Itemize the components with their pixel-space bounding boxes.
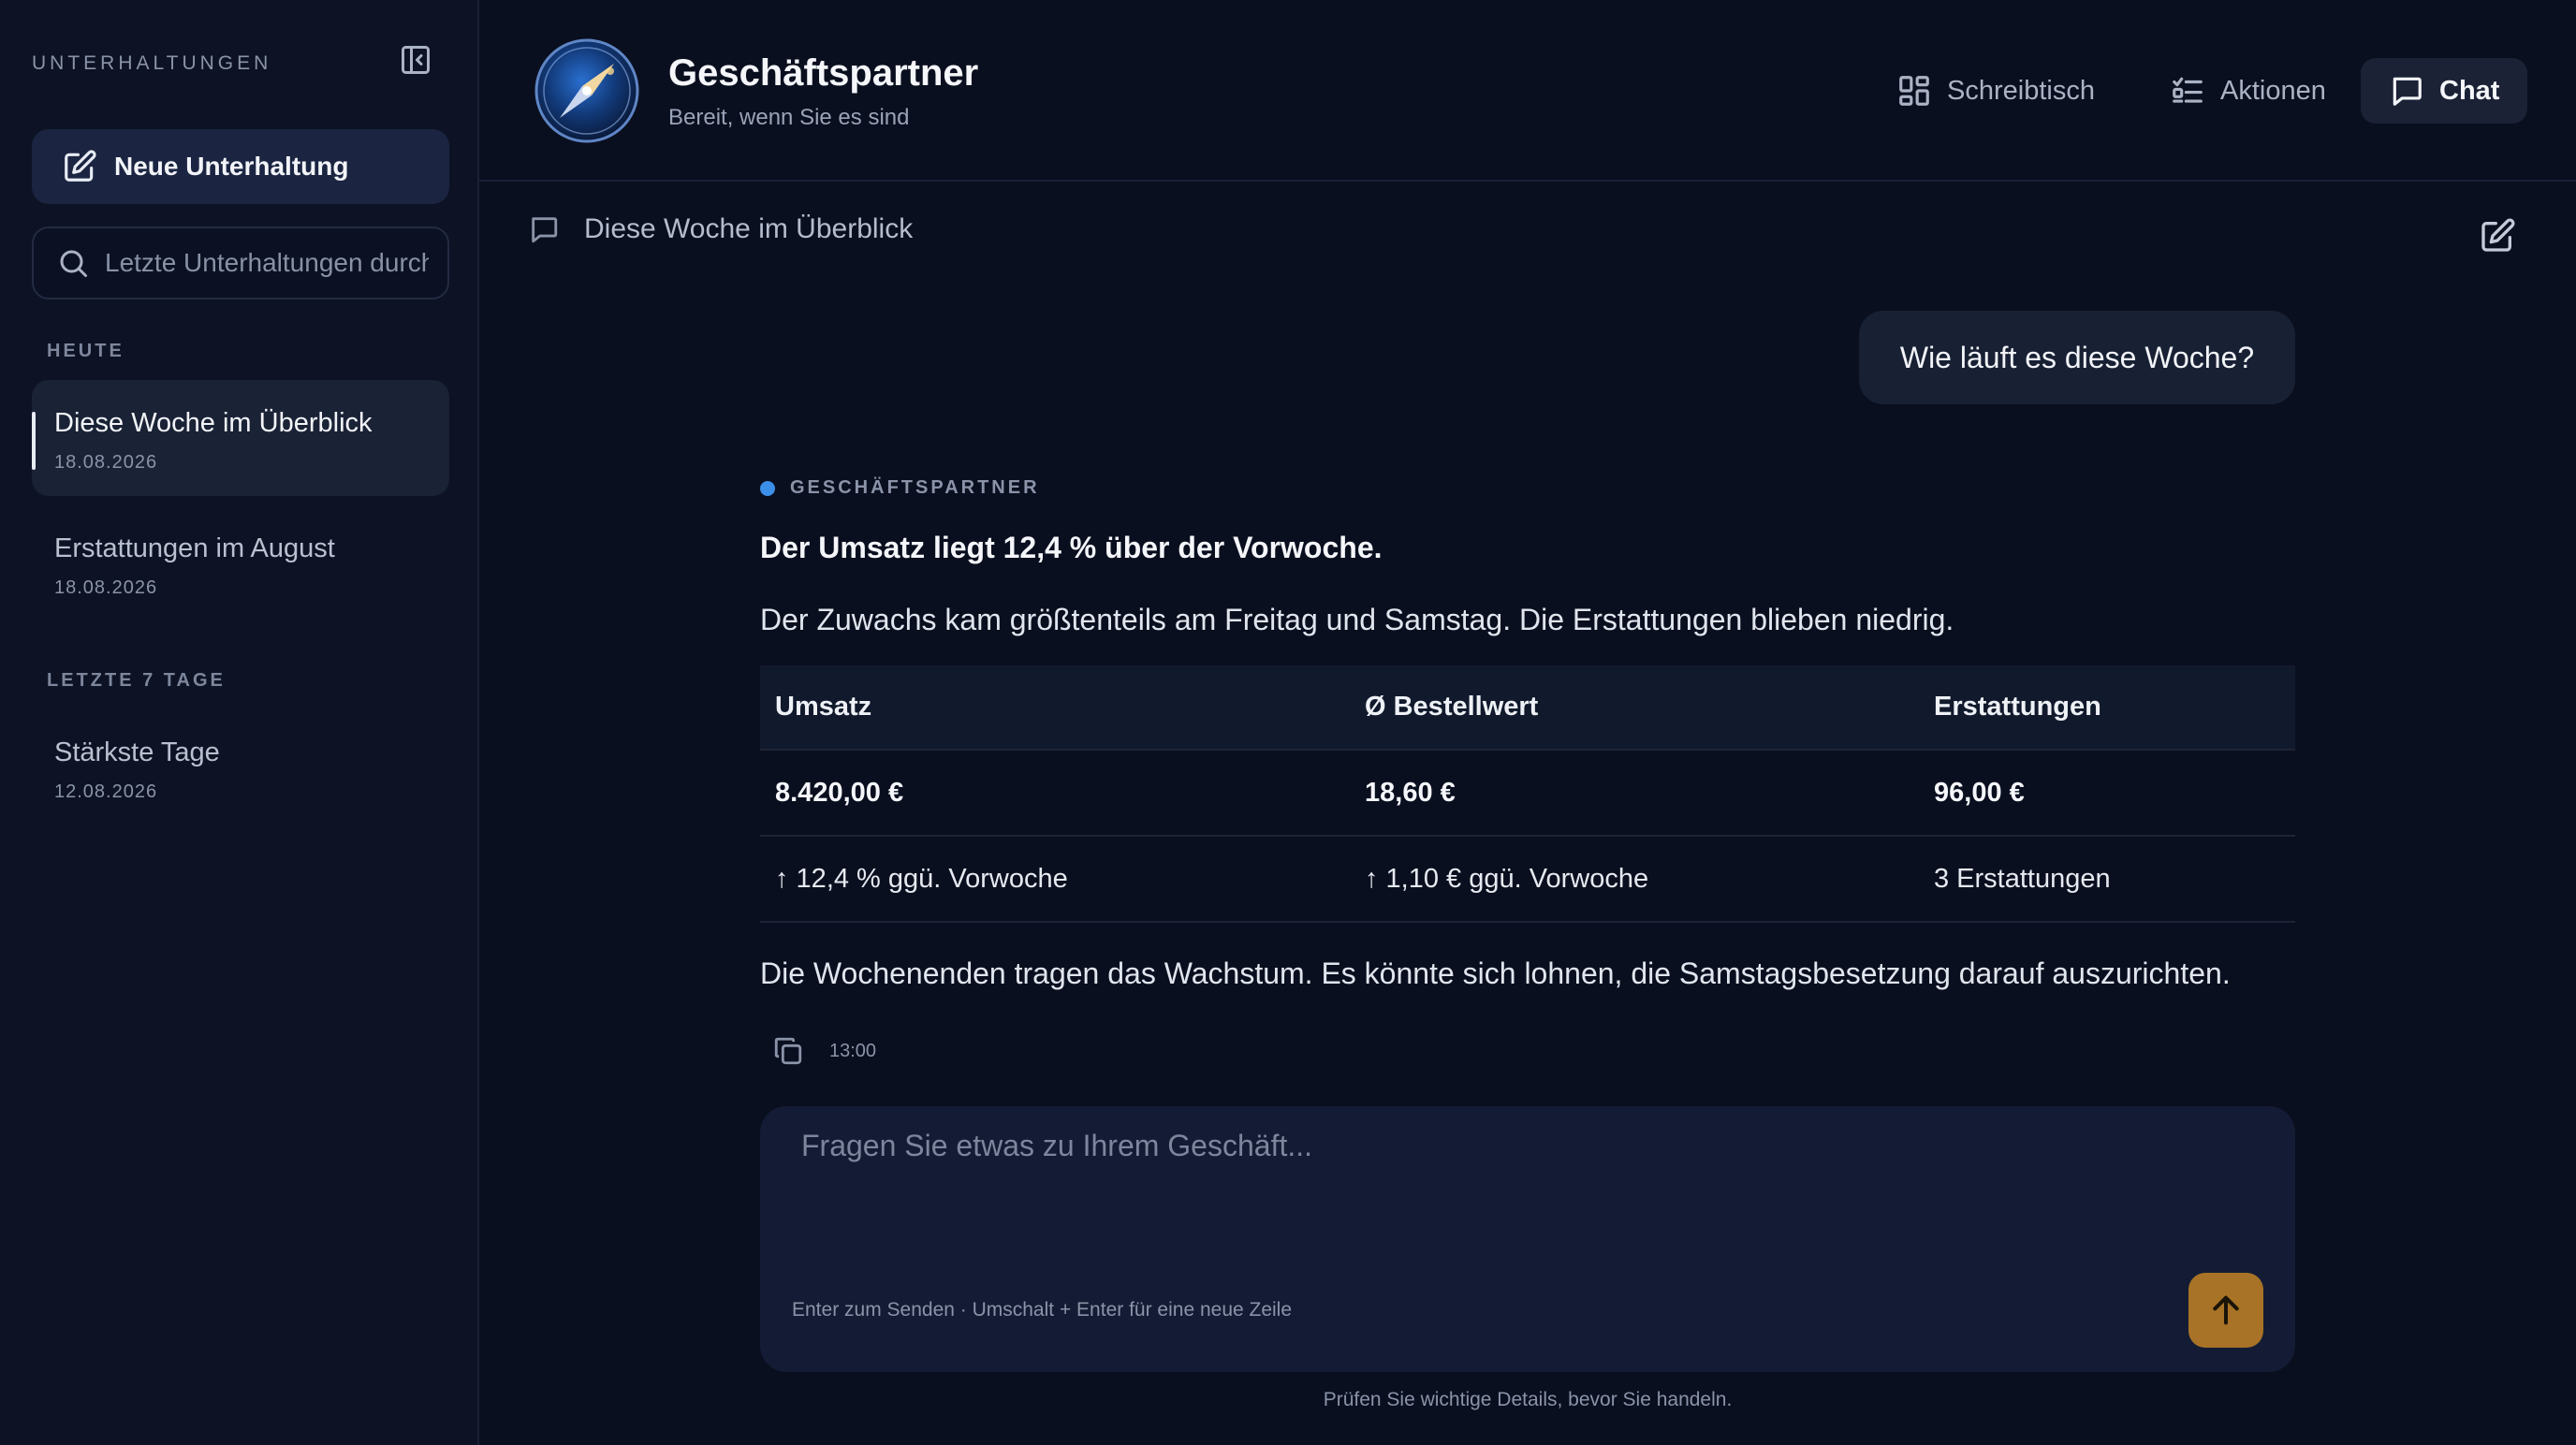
table-row: ↑ 12,4 % ggü. Vorwoche ↑ 1,10 € ggü. Vor… bbox=[760, 836, 2295, 923]
conversation-title: Diese Woche im Überblick bbox=[54, 408, 373, 438]
footer-note: Prüfen Sie wichtige Details, bevor Sie h… bbox=[1323, 1389, 1733, 1410]
tab-schreibtisch[interactable]: Schreibtisch bbox=[1868, 58, 2123, 124]
send-button[interactable] bbox=[2188, 1273, 2263, 1348]
conversation-date: 18.08.2026 bbox=[54, 452, 158, 473]
conversation-title: Diese Woche im Überblick bbox=[584, 213, 914, 244]
table-cell: 3 Erstattungen bbox=[1919, 836, 2295, 923]
tab-label: Schreibtisch bbox=[1947, 75, 2095, 106]
table-cell: ↑ 12,4 % ggü. Vorwoche bbox=[760, 836, 1350, 923]
tab-label: Aktionen bbox=[2220, 75, 2326, 106]
edit-conversation-button[interactable] bbox=[2475, 213, 2520, 258]
column-header: Umsatz bbox=[760, 665, 1350, 751]
grid-icon bbox=[1899, 76, 1929, 106]
arrow-up-icon bbox=[2213, 1295, 2239, 1325]
new-conversation-label: Neue Unterhaltung bbox=[114, 152, 349, 181]
user-message: Wie läuft es diese Woche? bbox=[1859, 311, 2295, 404]
chat-bubble-icon bbox=[532, 217, 558, 243]
assistant-paragraph: Der Zuwachs kam größtenteils am Freitag … bbox=[760, 603, 1954, 636]
section-label-last-7-days: LETZTE 7 TAGE bbox=[47, 670, 226, 691]
conversation-header: Diese Woche im Überblick bbox=[528, 213, 913, 245]
tab-label: Chat bbox=[2439, 75, 2500, 106]
tab-chat[interactable]: Chat bbox=[2361, 58, 2528, 124]
status-dot bbox=[760, 480, 775, 496]
new-conversation-button[interactable]: Neue Unterhaltung bbox=[32, 129, 449, 204]
sidebar-collapse-icon bbox=[402, 46, 430, 74]
main-panel: Geschäftspartner Bereit, wenn Sie es sin… bbox=[479, 0, 2576, 1445]
message-time: 13:00 bbox=[829, 1040, 877, 1061]
chat-bubble-icon bbox=[2393, 77, 2422, 106]
table-cell: ↑ 1,10 € ggü. Vorwoche bbox=[1350, 836, 1919, 923]
conversation-item[interactable]: Stärkste Tage 12.08.2026 bbox=[32, 709, 449, 825]
sidebar: UNTERHALTUNGEN Neue Unterhaltung HEUTE bbox=[0, 0, 479, 1445]
message-input[interactable] bbox=[799, 1127, 2203, 1239]
copy-icon bbox=[774, 1037, 802, 1065]
collapse-sidebar-button[interactable] bbox=[397, 41, 434, 79]
assistant-headline: Der Umsatz liegt 12,4 % über der Vorwoch… bbox=[760, 531, 1383, 564]
search-icon bbox=[60, 250, 87, 277]
assistant-label: GESCHÄFTSPARTNER bbox=[760, 477, 2295, 499]
app-subtitle: Bereit, wenn Sie es sind bbox=[668, 105, 910, 130]
composer-hint: Enter zum Senden · Umschalt + Enter für … bbox=[792, 1299, 1293, 1321]
message-meta: 13:00 bbox=[760, 1032, 2295, 1070]
conversation-title: Stärkste Tage bbox=[54, 737, 220, 767]
app-title: Geschäftspartner bbox=[668, 52, 979, 94]
assistant-name: GESCHÄFTSPARTNER bbox=[790, 477, 1040, 498]
message-composer: Enter zum Senden · Umschalt + Enter für … bbox=[760, 1106, 2295, 1372]
conversation-item[interactable]: Diese Woche im Überblick 18.08.2026 bbox=[32, 380, 449, 496]
search-input[interactable] bbox=[103, 247, 431, 279]
compass-logo bbox=[532, 36, 642, 146]
app-window: UNTERHALTUNGEN Neue Unterhaltung HEUTE bbox=[0, 0, 2576, 1445]
checklist-icon bbox=[2173, 77, 2203, 103]
tab-aktionen[interactable]: Aktionen bbox=[2142, 58, 2354, 124]
conversation-date: 18.08.2026 bbox=[54, 577, 158, 598]
compose-icon bbox=[2481, 218, 2515, 252]
table-cell: 18,60 € bbox=[1350, 750, 1919, 837]
copy-button[interactable] bbox=[769, 1032, 807, 1070]
section-label-today: HEUTE bbox=[47, 341, 124, 361]
conversation-item[interactable]: Erstattungen im August 18.08.2026 bbox=[32, 505, 449, 621]
assistant-message: GESCHÄFTSPARTNER Der Umsatz liegt 12,4 %… bbox=[760, 477, 2295, 1070]
assistant-paragraph: Die Wochenenden tragen das Wachstum. Es … bbox=[760, 956, 2231, 990]
table-cell: 8.420,00 € bbox=[760, 750, 1350, 837]
table-row: 8.420,00 € 18,60 € 96,00 € bbox=[760, 750, 2295, 837]
table-header-row: Umsatz Ø Bestellwert Erstattungen bbox=[760, 665, 2295, 751]
compose-icon bbox=[65, 150, 96, 182]
kpi-table: Umsatz Ø Bestellwert Erstattungen 8.420,… bbox=[760, 665, 2295, 923]
table-cell: 96,00 € bbox=[1919, 750, 2295, 837]
conversation-title: Erstattungen im August bbox=[54, 533, 335, 563]
conversation-date: 12.08.2026 bbox=[54, 781, 158, 802]
search-box bbox=[32, 226, 449, 299]
column-header: Erstattungen bbox=[1919, 665, 2295, 751]
sidebar-title: UNTERHALTUNGEN bbox=[32, 52, 272, 74]
top-bar: Geschäftspartner Bereit, wenn Sie es sin… bbox=[479, 0, 2576, 182]
column-header: Ø Bestellwert bbox=[1350, 665, 1919, 751]
